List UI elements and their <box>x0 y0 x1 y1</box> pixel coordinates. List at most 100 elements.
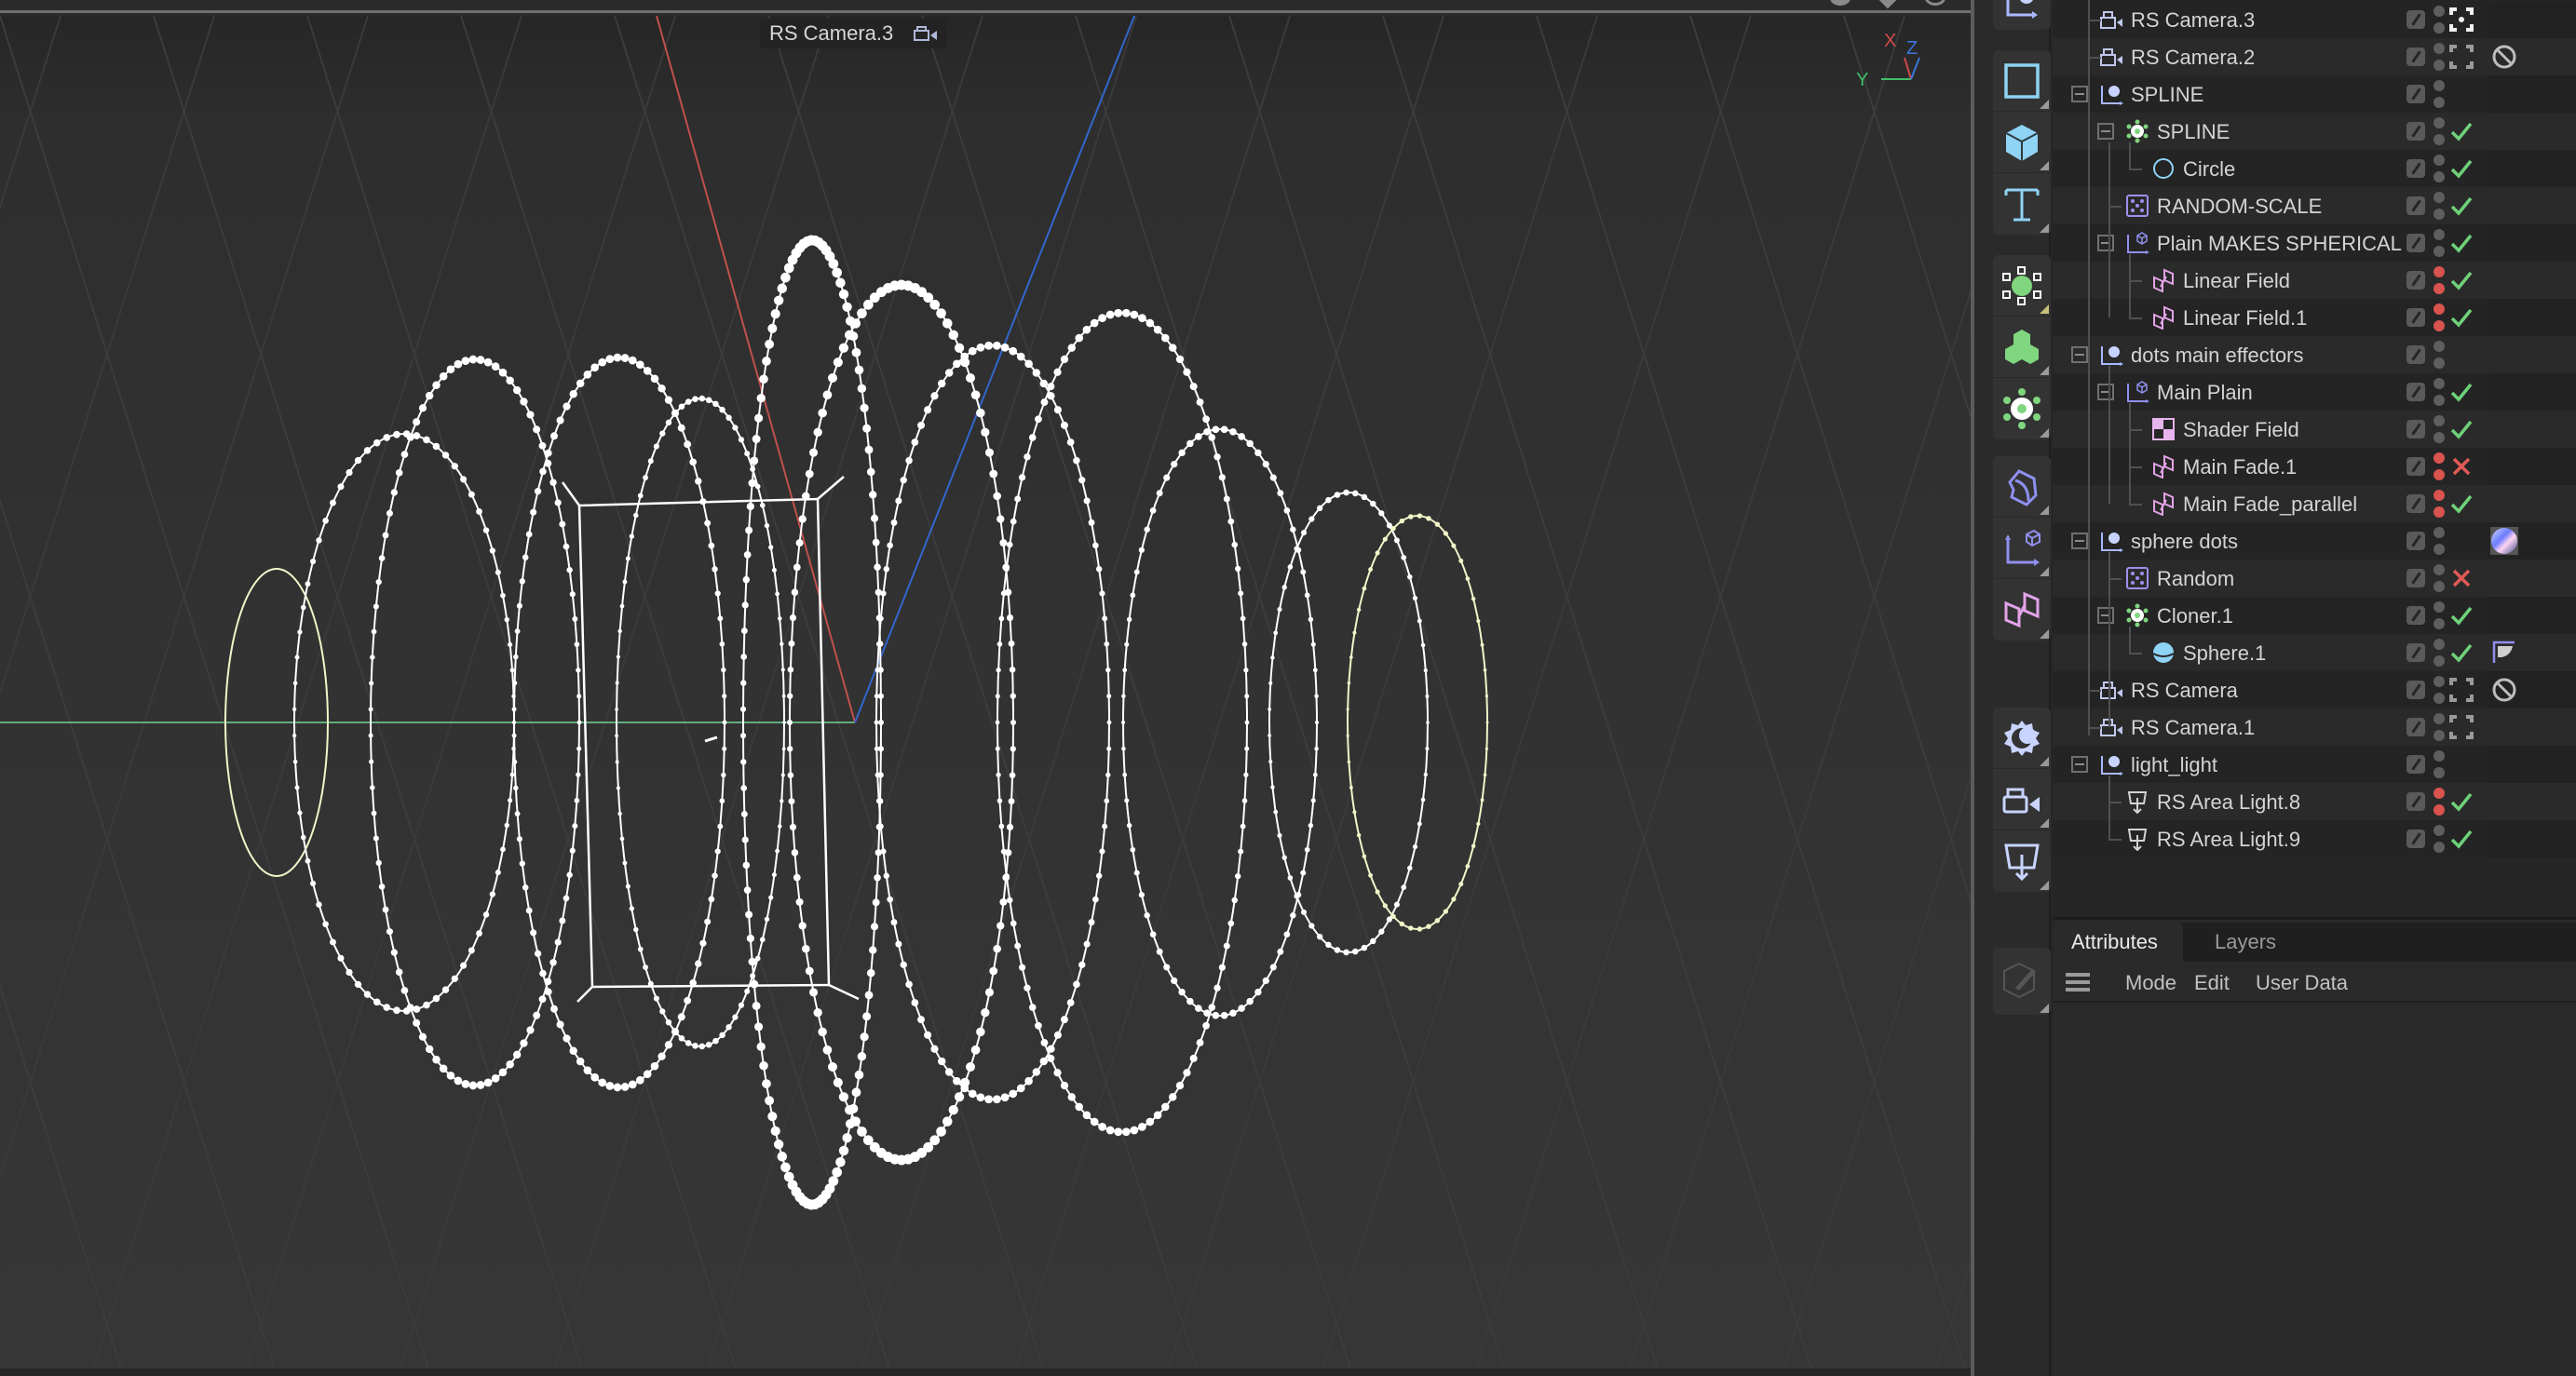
null-group-button[interactable] <box>1993 0 2051 30</box>
visibility-dots[interactable] <box>2434 525 2445 557</box>
layer-edit-icon[interactable] <box>2407 47 2425 66</box>
object-name[interactable]: RS Area Light.9 <box>2157 828 2300 852</box>
visibility-dots[interactable] <box>2434 749 2445 780</box>
inactive-camera-icon[interactable] <box>2449 45 2474 69</box>
enabled-check-icon[interactable] <box>2449 119 2474 143</box>
move-view-icon[interactable] <box>1830 0 1851 6</box>
collapse-toggle[interactable] <box>2071 756 2088 773</box>
menu-mode[interactable]: Mode <box>2125 971 2176 995</box>
layer-edit-icon[interactable] <box>2407 122 2425 141</box>
render-visibility-dot[interactable] <box>2434 544 2445 555</box>
mograph-cubes-button[interactable] <box>1993 317 2051 378</box>
enabled-check-icon[interactable] <box>2449 789 2474 814</box>
layer-edit-icon[interactable] <box>2407 234 2425 252</box>
render-visibility-dot[interactable] <box>2434 506 2445 518</box>
render-visibility-dot[interactable] <box>2434 581 2445 592</box>
layer-edit-icon[interactable] <box>2407 718 2425 736</box>
render-visibility-dot[interactable] <box>2434 655 2445 667</box>
enabled-check-icon[interactable] <box>2449 305 2474 330</box>
tab-layers[interactable]: Layers <box>2196 923 2295 962</box>
layer-edit-icon[interactable] <box>2407 830 2425 848</box>
visibility-dots[interactable] <box>2434 786 2445 817</box>
visibility-dots[interactable] <box>2434 674 2445 706</box>
object-name[interactable]: RANDOM-SCALE <box>2157 195 2322 219</box>
object-name[interactable]: SPLINE <box>2131 83 2203 107</box>
active-camera-label[interactable]: RS Camera.3 <box>760 19 948 48</box>
enabled-check-icon[interactable] <box>2449 156 2474 181</box>
enabled-check-icon[interactable] <box>2449 492 2474 516</box>
editor-visibility-dot[interactable] <box>2434 452 2445 464</box>
render-visibility-dot[interactable] <box>2434 469 2445 480</box>
object-name[interactable]: Circle <box>2183 157 2235 182</box>
visibility-dots[interactable] <box>2434 78 2445 110</box>
object-name[interactable]: dots main effectors <box>2131 344 2303 368</box>
disabled-cross-icon[interactable] <box>2449 566 2474 590</box>
layer-edit-icon[interactable] <box>2407 159 2425 178</box>
no-entry-tag-icon[interactable] <box>2490 676 2518 704</box>
render-visibility-dot[interactable] <box>2434 171 2445 182</box>
enabled-check-icon[interactable] <box>2449 417 2474 441</box>
scale-view-icon[interactable] <box>1877 0 1899 9</box>
visibility-dots[interactable] <box>2434 190 2445 222</box>
collapse-toggle[interactable] <box>2071 533 2088 549</box>
render-visibility-dot[interactable] <box>2434 618 2445 629</box>
enabled-check-icon[interactable] <box>2449 380 2474 404</box>
render-visibility-dot[interactable] <box>2434 134 2445 145</box>
visibility-dots[interactable] <box>2434 4 2445 35</box>
3d-viewport[interactable]: RS Camera.3 X Z Y <box>0 0 1996 1376</box>
outliner-row[interactable]: SPLINE <box>2053 113 2576 150</box>
render-visibility-dot[interactable] <box>2434 395 2445 406</box>
render-visibility-dot[interactable] <box>2434 693 2445 704</box>
layer-edit-icon[interactable] <box>2407 85 2425 103</box>
object-name[interactable]: Random <box>2157 567 2234 591</box>
editor-visibility-dot[interactable] <box>2434 304 2445 315</box>
editor-visibility-dot[interactable] <box>2434 43 2445 54</box>
collapse-toggle[interactable] <box>2071 86 2088 102</box>
layer-edit-icon[interactable] <box>2407 420 2425 438</box>
inactive-camera-icon[interactable] <box>2449 678 2474 702</box>
outliner-row[interactable]: RS Area Light.8 <box>2053 783 2576 820</box>
environment-button[interactable] <box>1993 708 2051 769</box>
enabled-check-icon[interactable] <box>2449 603 2474 627</box>
render-visibility-dot[interactable] <box>2434 60 2445 71</box>
rotate-view-icon[interactable] <box>1925 0 1946 6</box>
layer-edit-icon[interactable] <box>2407 383 2425 401</box>
object-name[interactable]: Main Fade.1 <box>2183 455 2297 479</box>
object-name[interactable]: RS Camera <box>2131 679 2238 703</box>
visibility-dots[interactable] <box>2434 637 2445 668</box>
visibility-dots[interactable] <box>2434 711 2445 743</box>
visibility-dots[interactable] <box>2434 115 2445 147</box>
outliner-row[interactable]: RS Camera.2 <box>2053 38 2576 75</box>
outliner-row[interactable]: Plain MAKES SPHERICAL <box>2053 224 2576 262</box>
hamburger-menu-icon[interactable] <box>2066 973 2090 992</box>
spline-rectangle-button[interactable] <box>1993 50 2051 112</box>
layer-edit-icon[interactable] <box>2407 681 2425 699</box>
visibility-dots[interactable] <box>2434 823 2445 855</box>
editor-visibility-dot[interactable] <box>2434 80 2445 91</box>
outliner-row[interactable]: RANDOM-SCALE <box>2053 187 2576 224</box>
inactive-camera-icon[interactable] <box>2449 715 2474 739</box>
object-name[interactable]: light_light <box>2131 753 2217 777</box>
layer-edit-icon[interactable] <box>2407 569 2425 587</box>
editor-visibility-dot[interactable] <box>2434 266 2445 277</box>
editor-visibility-dot[interactable] <box>2434 825 2445 836</box>
edit-tool-button[interactable] <box>1993 948 2051 1015</box>
material-tag-icon[interactable] <box>2490 527 2518 555</box>
text-button[interactable] <box>1993 173 2051 235</box>
visibility-dots[interactable] <box>2434 264 2445 296</box>
layer-edit-icon[interactable] <box>2407 494 2425 513</box>
render-visibility-dot[interactable] <box>2434 730 2445 741</box>
outliner-row[interactable]: RS Camera.3 <box>2053 1 2576 38</box>
object-name[interactable]: RS Camera.3 <box>2131 8 2255 33</box>
menu-edit[interactable]: Edit <box>2194 971 2230 995</box>
render-visibility-dot[interactable] <box>2434 320 2445 331</box>
collapse-toggle[interactable] <box>2097 607 2114 624</box>
editor-visibility-dot[interactable] <box>2434 527 2445 538</box>
visibility-dots[interactable] <box>2434 339 2445 371</box>
editor-visibility-dot[interactable] <box>2434 192 2445 203</box>
camera-button[interactable] <box>1993 769 2051 830</box>
layer-edit-icon[interactable] <box>2407 196 2425 215</box>
editor-visibility-dot[interactable] <box>2434 155 2445 166</box>
viewport-canvas[interactable] <box>0 16 1973 1369</box>
visibility-dots[interactable] <box>2434 376 2445 408</box>
